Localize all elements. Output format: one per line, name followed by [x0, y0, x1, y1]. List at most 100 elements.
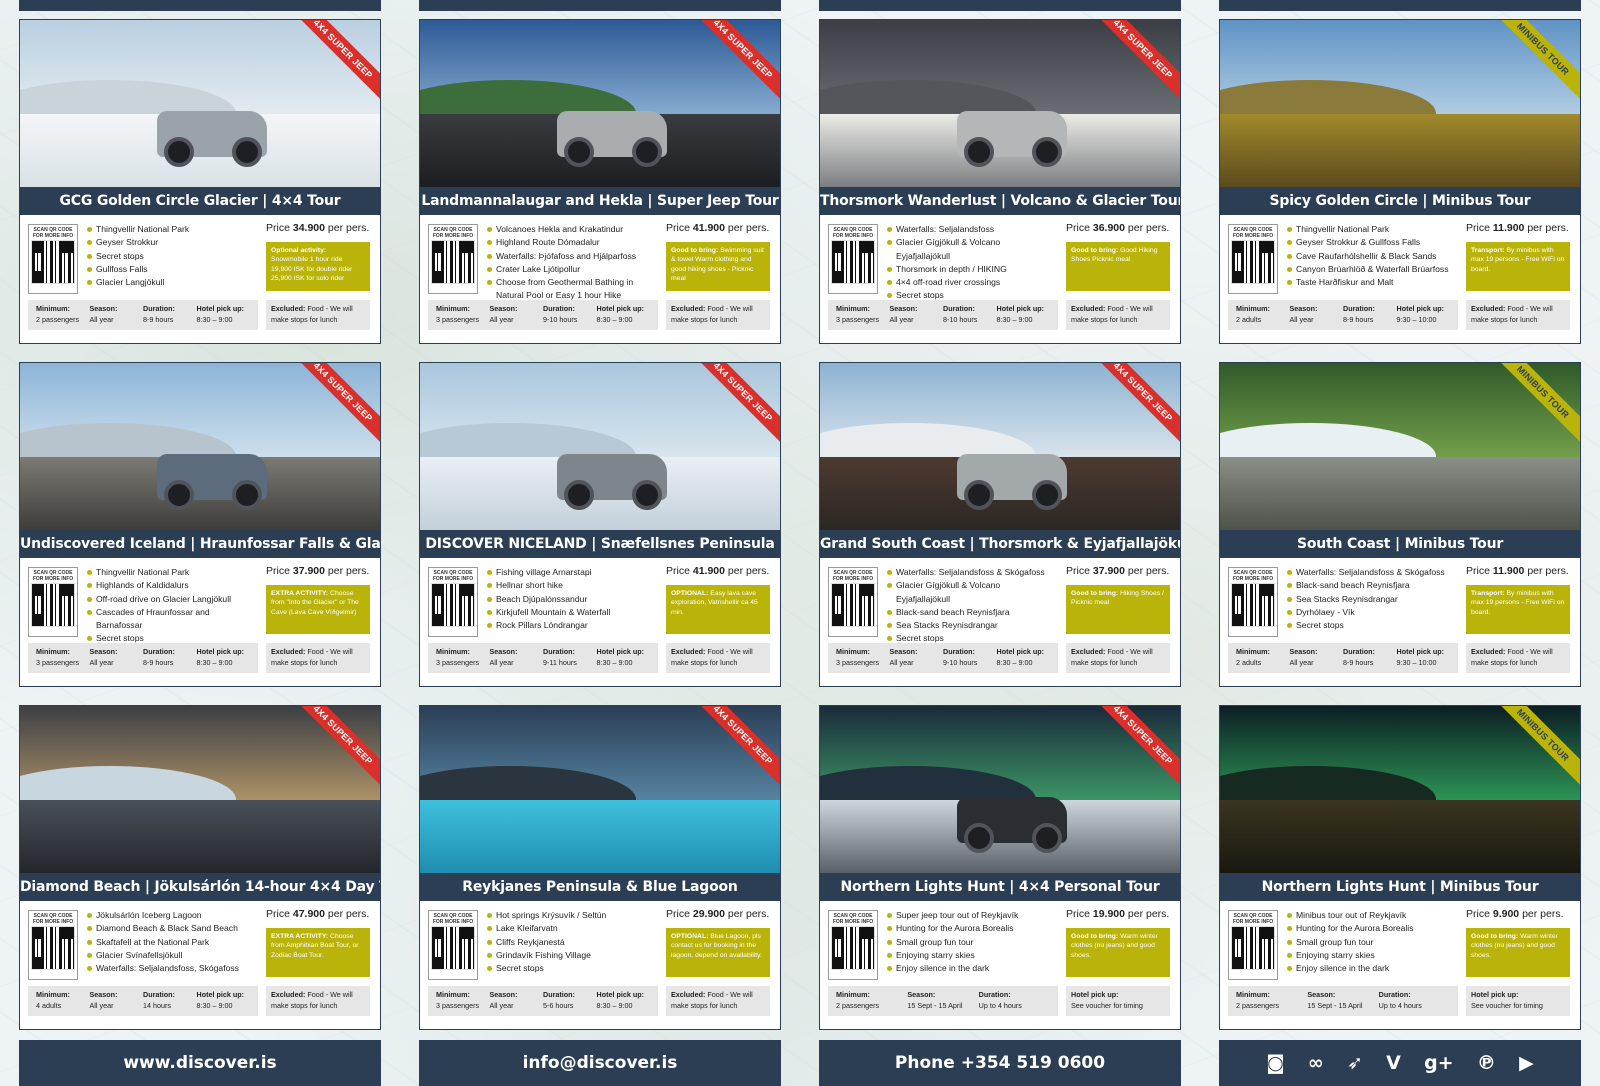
- jeep-wheel: [164, 136, 194, 167]
- tour-title[interactable]: Diamond Beach | Jökulsárlón 14-hour 4×4 …: [20, 873, 380, 901]
- qr-code-image: [831, 583, 875, 627]
- spec-label: Season:: [1307, 990, 1336, 999]
- price-suffix: per pers.: [327, 222, 370, 234]
- qr-code[interactable]: SCAN QR CODE FOR MORE INFO: [28, 910, 78, 980]
- qr-code[interactable]: SCAN QR CODE FOR MORE INFO: [828, 567, 878, 637]
- pinterest-icon[interactable]: ℗: [1477, 1052, 1496, 1074]
- twitter-icon[interactable]: ➶: [1347, 1052, 1363, 1074]
- spec-label: Duration:: [143, 990, 175, 999]
- spec-label: Minimum:: [36, 990, 70, 999]
- tour-card[interactable]: 4X4 SUPER JEEP Grand South Coast | Thorsm…: [819, 362, 1181, 687]
- tour-card[interactable]: 4X4 SUPER JEEP Landmannalaugar and Hekla …: [419, 19, 781, 344]
- info-note-box: OPTIONAL: Easy lava cave exploration, Va…: [666, 585, 770, 634]
- tour-title[interactable]: Northern Lights Hunt | Minibus Tour: [1220, 873, 1580, 901]
- highlight-item: Minibus tour out of Reykjavík: [1286, 909, 1456, 922]
- highlight-item: Canyon Brúarhlöð & Waterfall Brúarfoss: [1286, 263, 1456, 276]
- note-label: Good to bring:: [1471, 933, 1519, 940]
- tour-photo[interactable]: 4X4 SUPER JEEP: [420, 706, 780, 873]
- spec-value: 9:30 – 10:00: [1396, 658, 1437, 667]
- tour-card[interactable]: 4X4 SUPER JEEP Undiscovered Iceland | Hra…: [19, 362, 381, 687]
- spec-label: Season:: [489, 647, 518, 656]
- tour-title[interactable]: Landmannalaugar and Hekla | Super Jeep T…: [420, 187, 780, 215]
- spec-value: 9-10 hours: [943, 658, 978, 667]
- email-link[interactable]: info@discover.is: [419, 1040, 781, 1086]
- tour-card[interactable]: 4X4 SUPER JEEP Thorsmork Wanderlust | Vol…: [819, 19, 1181, 344]
- tour-photo[interactable]: MINIBUS TOUR: [1220, 706, 1580, 873]
- tour-photo[interactable]: 4X4 SUPER JEEP: [820, 363, 1180, 530]
- price-prefix: Price: [266, 565, 290, 577]
- excluded-box: Excluded: Food - We will make stops for …: [266, 300, 370, 330]
- website-link[interactable]: www.discover.is: [19, 1040, 381, 1086]
- spec-value: 2 adults: [1236, 315, 1262, 324]
- highlights-list: Waterfalls: Seljalandsfoss & Skógafoss Gl…: [886, 566, 1056, 646]
- tour-title[interactable]: GCG Golden Circle Glacier | 4×4 Tour: [20, 187, 380, 215]
- tripadvisor-icon[interactable]: ∞: [1308, 1052, 1324, 1074]
- tour-title[interactable]: Northern Lights Hunt | 4×4 Personal Tour: [820, 873, 1180, 901]
- price-value: 29.900: [692, 908, 725, 920]
- tour-title[interactable]: DISCOVER NICELAND | Snæfellsnes Peninsul…: [420, 530, 780, 558]
- qr-code[interactable]: SCAN QR CODE FOR MORE INFO: [828, 910, 878, 980]
- tour-photo[interactable]: 4X4 SUPER JEEP: [20, 363, 380, 530]
- tour-card[interactable]: MINIBUS TOUR Northern Lights Hunt | Minib…: [1219, 705, 1581, 1030]
- qr-code[interactable]: SCAN QR CODE FOR MORE INFO: [828, 224, 878, 294]
- youtube-icon[interactable]: ▶: [1519, 1052, 1534, 1074]
- spec-value: 2 passengers: [836, 1001, 880, 1010]
- highlight-item: Black-sand beach Reynisfjara: [886, 606, 1056, 619]
- tour-card[interactable]: 4X4 SUPER JEEP DISCOVER NICELAND | Snæfel…: [419, 362, 781, 687]
- spec-minimum: Minimum: 2 adults: [1236, 303, 1290, 330]
- tour-photo[interactable]: 4X4 SUPER JEEP: [20, 706, 380, 873]
- qr-code[interactable]: SCAN QR CODE FOR MORE INFO: [1228, 567, 1278, 637]
- tour-photo[interactable]: 4X4 SUPER JEEP: [820, 20, 1180, 187]
- tour-title[interactable]: Undiscovered Iceland | Hraunfossar Falls…: [20, 530, 380, 558]
- tour-title[interactable]: South Coast | Minibus Tour: [1220, 530, 1580, 558]
- tour-card[interactable]: 4X4 SUPER JEEP Reykjanes Peninsula & Blue…: [419, 705, 781, 1030]
- qr-code[interactable]: SCAN QR CODE FOR MORE INFO: [1228, 224, 1278, 294]
- photo-ground: [1220, 113, 1580, 187]
- qr-label: SCAN QR CODE FOR MORE INFO: [32, 570, 74, 582]
- tour-photo[interactable]: 4X4 SUPER JEEP: [420, 20, 780, 187]
- tour-title[interactable]: Reykjanes Peninsula & Blue Lagoon: [420, 873, 780, 901]
- highlight-item: Glacier Gígjökull & Volcano Eyjafjallajö…: [886, 236, 1056, 263]
- tour-photo[interactable]: 4X4 SUPER JEEP: [420, 363, 780, 530]
- info-note-box: Good to bring: Hiking Shoes / Picknic me…: [1066, 585, 1170, 634]
- ribbon-label: 4X4 SUPER JEEP: [683, 363, 780, 452]
- tour-card[interactable]: MINIBUS TOUR South Coast | Minibus Tour SC…: [1219, 362, 1581, 687]
- google-plus-icon[interactable]: g+: [1424, 1052, 1454, 1074]
- spec-value: 3 passengers: [436, 315, 480, 324]
- spec-season: Season: All year: [490, 989, 544, 1016]
- tour-card[interactable]: 4X4 SUPER JEEP GCG Golden Circle Glacier …: [19, 19, 381, 344]
- tour-photo[interactable]: MINIBUS TOUR: [1220, 363, 1580, 530]
- highlight-item: Skaftafell at the National Park: [86, 936, 256, 949]
- phone-link[interactable]: Phone +354 519 0600: [819, 1040, 1181, 1086]
- price-suffix: per pers.: [327, 908, 370, 920]
- tour-title[interactable]: Thorsmork Wanderlust | Volcano & Glacier…: [820, 187, 1180, 215]
- qr-code[interactable]: SCAN QR CODE FOR MORE INFO: [28, 224, 78, 294]
- vimeo-icon[interactable]: V: [1386, 1052, 1401, 1074]
- qr-code[interactable]: SCAN QR CODE FOR MORE INFO: [428, 910, 478, 980]
- pickup-label: Hotel pick up:: [1471, 990, 1519, 999]
- spec-season: Season: All year: [90, 989, 144, 1016]
- excluded-label: Excluded:: [1071, 647, 1106, 656]
- qr-code[interactable]: SCAN QR CODE FOR MORE INFO: [428, 224, 478, 294]
- price: Price 37.900 per pers.: [266, 565, 378, 577]
- price-value: 9.900: [1492, 908, 1520, 920]
- spec-value: 2 adults: [1236, 658, 1262, 667]
- qr-code[interactable]: SCAN QR CODE FOR MORE INFO: [1228, 910, 1278, 980]
- tour-card[interactable]: 4X4 SUPER JEEP Northern Lights Hunt | 4×4…: [819, 705, 1181, 1030]
- tour-title[interactable]: Spicy Golden Circle | Minibus Tour: [1220, 187, 1580, 215]
- tour-card[interactable]: MINIBUS TOUR Spicy Golden Circle | Minibu…: [1219, 19, 1581, 344]
- tour-title[interactable]: Grand South Coast | Thorsmork & Eyjafjal…: [820, 530, 1180, 558]
- spec-value: 3 passengers: [436, 658, 480, 667]
- note-label: Good to bring:: [1071, 247, 1119, 254]
- highlight-item: Waterfalls: Seljalandsfoss, Skógafoss: [86, 962, 256, 975]
- qr-code[interactable]: SCAN QR CODE FOR MORE INFO: [28, 567, 78, 637]
- tour-photo[interactable]: 4X4 SUPER JEEP: [20, 20, 380, 187]
- tour-photo[interactable]: MINIBUS TOUR: [1220, 20, 1580, 187]
- highlights-list: Volcanoes Hekla and Krakatindur Highland …: [486, 223, 656, 303]
- highlight-item: Off-road drive on Glacier Langjökull: [86, 593, 256, 606]
- tour-photo[interactable]: 4X4 SUPER JEEP: [820, 706, 1180, 873]
- price-prefix: Price: [666, 565, 690, 577]
- instagram-icon[interactable]: ◙: [1266, 1052, 1284, 1074]
- tour-card[interactable]: 4X4 SUPER JEEP Diamond Beach | Jökulsárló…: [19, 705, 381, 1030]
- qr-code[interactable]: SCAN QR CODE FOR MORE INFO: [428, 567, 478, 637]
